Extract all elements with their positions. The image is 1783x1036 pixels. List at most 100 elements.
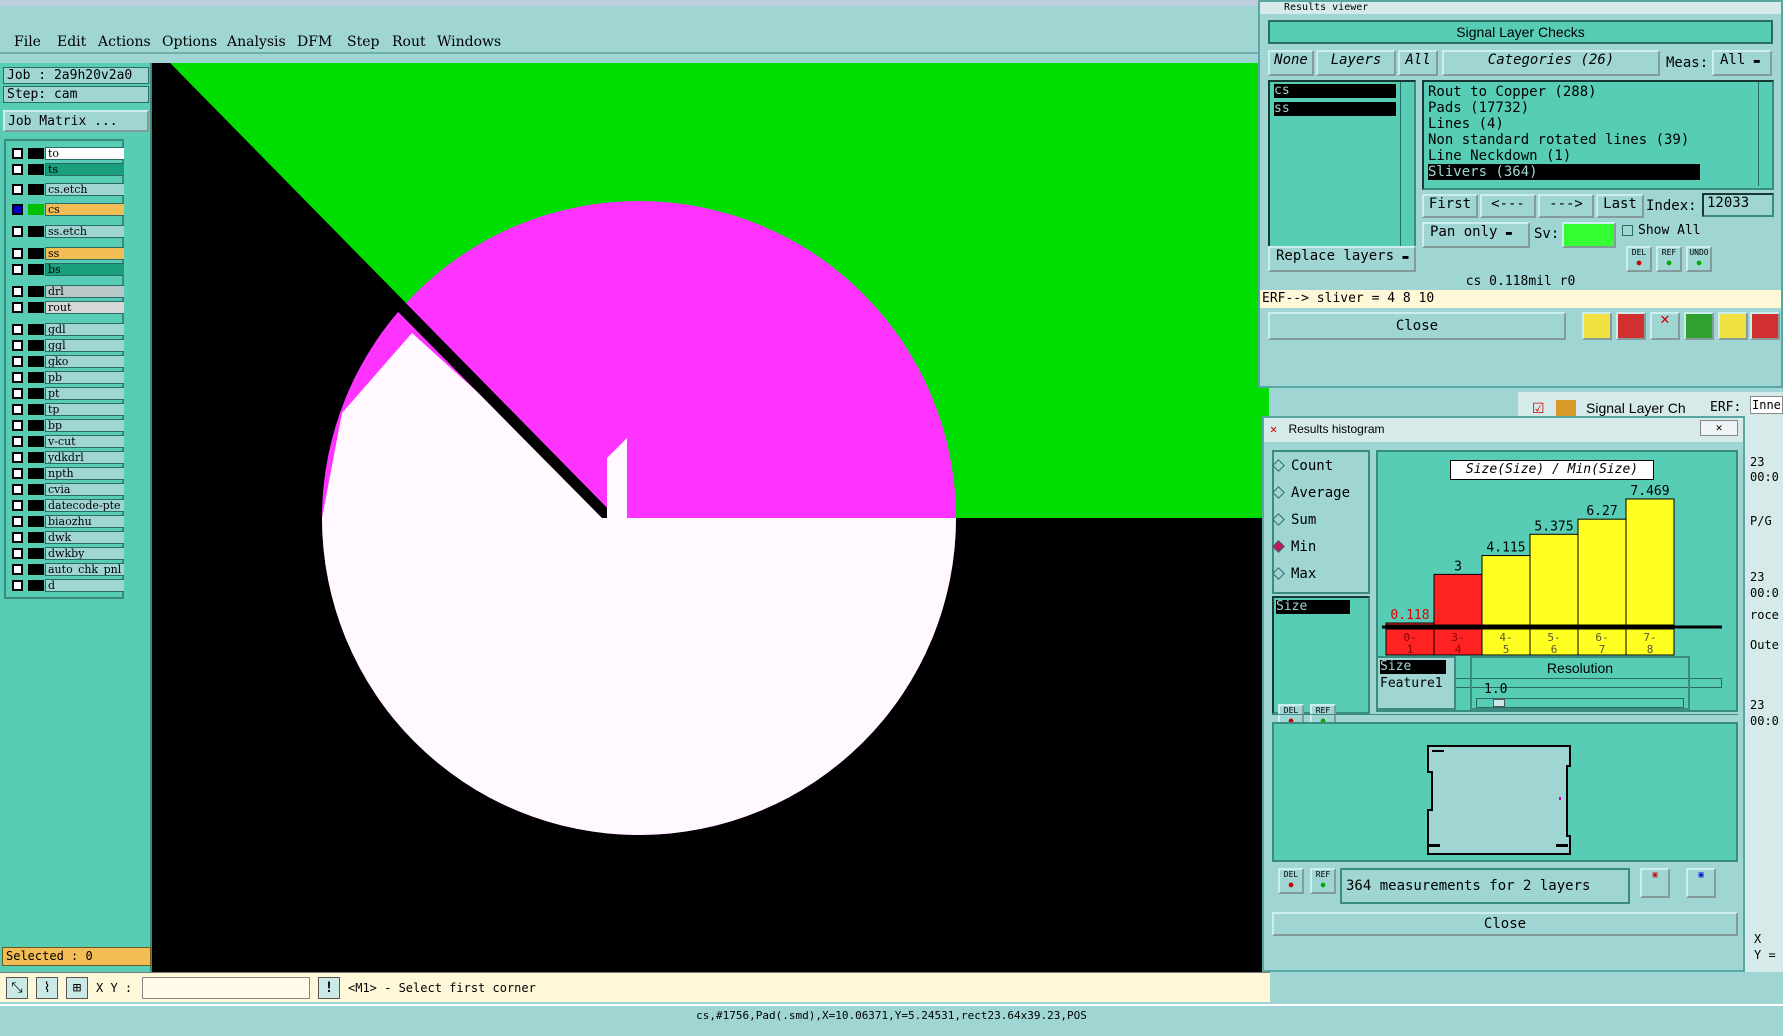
layer-row[interactable]: cvia: [8, 483, 129, 496]
layer-color-swatch[interactable]: [28, 452, 44, 463]
layer-row[interactable]: v-cut: [8, 435, 129, 448]
xy-input[interactable]: [142, 977, 310, 999]
layer-checkbox[interactable]: [12, 356, 23, 367]
layer-result-list[interactable]: cs ss: [1268, 80, 1416, 258]
measure-tool-icon[interactable]: ⌇: [36, 977, 58, 999]
layer-color-swatch[interactable]: [28, 204, 44, 215]
layer-row[interactable]: auto_chk_pnl: [8, 563, 129, 576]
layer-name[interactable]: dwk: [45, 531, 129, 544]
prev-button[interactable]: <---: [1480, 194, 1536, 218]
first-button[interactable]: First: [1422, 194, 1478, 218]
layer-checkbox[interactable]: [12, 452, 23, 463]
menu-edit[interactable]: Edit: [57, 34, 86, 50]
layer-row[interactable]: bp: [8, 419, 129, 432]
layer-row[interactable]: ss.etch: [8, 225, 129, 238]
histogram-bar[interactable]: [1529, 533, 1579, 626]
menu-actions[interactable]: Actions: [98, 34, 151, 50]
layer-name[interactable]: cs.etch: [45, 183, 129, 196]
layer-checkbox[interactable]: [12, 532, 23, 543]
layout-icon[interactable]: ▣: [1686, 868, 1716, 898]
layer-row[interactable]: ts: [8, 163, 129, 176]
layer-name[interactable]: d: [45, 579, 129, 592]
del-icon[interactable]: DEL ●: [1626, 246, 1652, 272]
layer-color-swatch[interactable]: [28, 500, 44, 511]
layer-color-swatch[interactable]: [28, 148, 44, 159]
layer-checkbox[interactable]: [12, 184, 23, 195]
layer-row[interactable]: tp: [8, 403, 129, 416]
layer-color-swatch[interactable]: [28, 372, 44, 383]
layer-checkbox[interactable]: [12, 226, 23, 237]
layer-color-swatch[interactable]: [28, 468, 44, 479]
layer-checkbox[interactable]: [12, 248, 23, 259]
layer-color-swatch[interactable]: [28, 302, 44, 313]
layer-name[interactable]: pt: [45, 387, 129, 400]
layer-row[interactable]: dwk: [8, 531, 129, 544]
layer-checkbox[interactable]: [12, 164, 23, 175]
next-button[interactable]: --->: [1538, 194, 1594, 218]
layer-checkbox[interactable]: [12, 484, 23, 495]
job-matrix-button[interactable]: Job Matrix ...: [3, 110, 149, 132]
menu-windows[interactable]: Windows: [437, 34, 501, 50]
layer-checkbox[interactable]: [12, 420, 23, 431]
all-button[interactable]: All: [1398, 50, 1438, 76]
layers-button[interactable]: Layers: [1316, 50, 1396, 76]
layer-checkbox[interactable]: [12, 286, 23, 297]
show-all-checkbox[interactable]: [1622, 225, 1633, 236]
histogram-bar[interactable]: [1481, 555, 1531, 626]
layer-name[interactable]: gko: [45, 355, 129, 368]
layer-color-swatch[interactable]: [28, 532, 44, 543]
layer-name[interactable]: bs: [45, 263, 129, 276]
layer-color-swatch[interactable]: [28, 420, 44, 431]
layer-name[interactable]: to: [45, 147, 129, 160]
preview-ref-icon[interactable]: REF ●: [1310, 868, 1336, 894]
meas-select[interactable]: All ▬: [1712, 50, 1772, 76]
layer-stack-icon[interactable]: [1616, 312, 1646, 340]
graphic-canvas[interactable]: [152, 63, 1269, 972]
layer-row[interactable]: dwkby: [8, 547, 129, 560]
layer-color-swatch[interactable]: [28, 356, 44, 367]
layer-name[interactable]: auto_chk_pnl: [45, 563, 129, 576]
layer-checkbox[interactable]: [12, 324, 23, 335]
resolution-slider-thumb[interactable]: [1493, 699, 1505, 707]
layer-checkbox[interactable]: [12, 436, 23, 447]
ref-icon[interactable]: REF ●: [1656, 246, 1682, 272]
menu-dfm[interactable]: DFM: [297, 34, 332, 50]
layer-name[interactable]: bp: [45, 419, 129, 432]
close-icon[interactable]: ✕: [1700, 420, 1738, 436]
flag-icon[interactable]: [1582, 312, 1612, 340]
layer-name[interactable]: npth: [45, 467, 129, 480]
layer-name[interactable]: biaozhu: [45, 515, 129, 528]
layer-checkbox[interactable]: [12, 204, 23, 215]
undo-icon[interactable]: UNDO ●: [1686, 246, 1712, 272]
menu-options[interactable]: Options: [162, 34, 217, 50]
layer-row[interactable]: to: [8, 147, 129, 160]
layer-name[interactable]: ss: [45, 247, 129, 260]
layer-row[interactable]: cs.etch: [8, 183, 129, 196]
feature-list-size[interactable]: Size: [1380, 660, 1446, 674]
layer-color-swatch[interactable]: [28, 548, 44, 559]
layer-row[interactable]: datecode-pte: [8, 499, 129, 512]
layer-name[interactable]: cvia: [45, 483, 129, 496]
layer-color-swatch[interactable]: [28, 286, 44, 297]
layer-name[interactable]: tp: [45, 403, 129, 416]
layer-item-ss[interactable]: ss: [1274, 102, 1396, 116]
layer-checkbox[interactable]: [12, 468, 23, 479]
layer-checkbox[interactable]: [12, 564, 23, 575]
numbers-icon[interactable]: [1684, 312, 1714, 340]
layer-checkbox[interactable]: [12, 148, 23, 159]
histogram-bar[interactable]: [1433, 573, 1483, 626]
layer-name[interactable]: v-cut: [45, 435, 129, 448]
zoom-tool-icon[interactable]: ⤡: [6, 977, 28, 999]
layer-row[interactable]: rout: [8, 301, 129, 314]
layer-color-swatch[interactable]: [28, 580, 44, 591]
category-item[interactable]: Non standard rotated lines (39): [1428, 132, 1689, 148]
feature-list[interactable]: Size Feature1: [1376, 656, 1456, 710]
layer-checkbox[interactable]: [12, 264, 23, 275]
histogram-close-button[interactable]: Close: [1272, 912, 1738, 936]
layer-row[interactable]: ss: [8, 247, 129, 260]
resolution-slider[interactable]: [1476, 698, 1684, 708]
categories-scrollbar[interactable]: [1758, 82, 1772, 186]
layer-color-swatch[interactable]: [28, 184, 44, 195]
layer-color-swatch[interactable]: [28, 404, 44, 415]
cross-icon[interactable]: ✕: [1650, 311, 1680, 340]
